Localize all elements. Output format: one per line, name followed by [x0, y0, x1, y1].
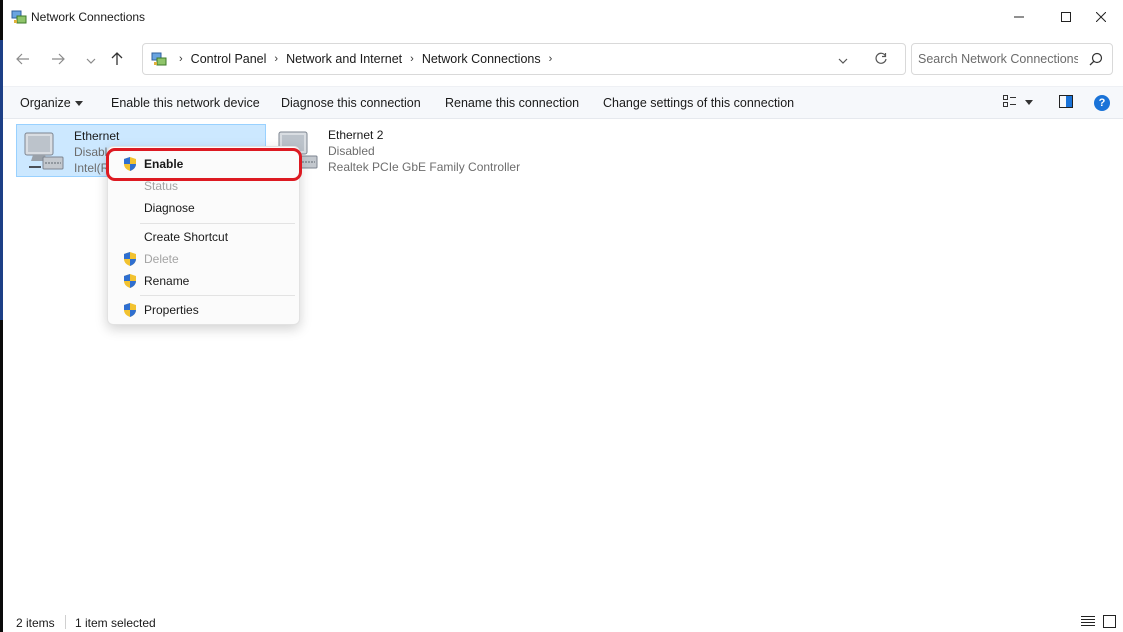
- caret-down-icon: [1025, 100, 1033, 105]
- menu-item-diagnose[interactable]: Diagnose: [112, 197, 295, 219]
- connection-device: Realtek PCIe GbE Family Controller: [328, 160, 521, 174]
- breadcrumb-control-panel[interactable]: Control Panel: [191, 52, 267, 66]
- menu-item-label: Diagnose: [144, 201, 195, 215]
- connection-status: Disabled: [74, 145, 109, 159]
- organize-label: Organize: [20, 96, 71, 110]
- menu-item-label: Delete: [144, 252, 179, 266]
- status-bar: 2 items 1 item selected: [3, 612, 1123, 632]
- breadcrumb-network-connections[interactable]: Network Connections: [422, 52, 541, 66]
- rename-connection-button[interactable]: Rename this connection: [445, 96, 579, 110]
- enable-device-button[interactable]: Enable this network device: [111, 96, 260, 110]
- menu-divider: [140, 295, 295, 296]
- minimize-icon: [1014, 12, 1024, 22]
- close-icon: [1096, 12, 1106, 22]
- diagnose-connection-button[interactable]: Diagnose this connection: [281, 96, 421, 110]
- search-input[interactable]: [918, 50, 1078, 68]
- connection-device: Intel(R): [74, 161, 109, 175]
- search-box[interactable]: [911, 43, 1113, 75]
- menu-item-label: Rename: [144, 274, 190, 288]
- forward-arrow-icon: [51, 53, 65, 68]
- preview-pane-icon: [1059, 95, 1073, 111]
- large-icons-view-icon[interactable]: [1103, 615, 1116, 631]
- menu-item-label: Create Shortcut: [144, 230, 229, 244]
- control-panel-icon: [151, 51, 167, 67]
- menu-item-create-shortcut[interactable]: Create Shortcut: [112, 226, 295, 248]
- up-arrow-icon: [111, 51, 123, 69]
- window-title: Network Connections: [31, 10, 146, 24]
- menu-item-label: Status: [144, 179, 179, 193]
- connection-status: Disabled: [328, 144, 375, 158]
- maximize-icon: [1061, 12, 1071, 22]
- up-button[interactable]: [107, 50, 127, 70]
- change-view-button[interactable]: [1003, 95, 1033, 110]
- chevron-down-icon: [86, 53, 96, 67]
- uac-shield-icon: [122, 156, 138, 172]
- address-bar[interactable]: › Control Panel › Network and Internet ›…: [142, 43, 906, 75]
- menu-item-enable[interactable]: Enable: [112, 153, 295, 175]
- back-button[interactable]: [13, 50, 33, 70]
- address-dropdown-icon[interactable]: [838, 53, 848, 67]
- menu-item-label: Properties: [144, 303, 199, 317]
- menu-item-delete: Delete: [112, 248, 295, 270]
- uac-shield-icon: [122, 273, 138, 289]
- uac-shield-icon: [122, 302, 138, 318]
- close-button[interactable]: [1078, 0, 1123, 34]
- breadcrumb-separator-icon[interactable]: ›: [549, 53, 553, 65]
- network-connections-icon: [11, 9, 27, 25]
- network-adapter-icon: [21, 129, 67, 175]
- selection-count: 1 item selected: [75, 616, 156, 630]
- breadcrumb-separator-icon: ›: [179, 53, 183, 65]
- connection-name: Ethernet 2: [328, 128, 384, 142]
- view-options-icon: [1003, 95, 1017, 110]
- menu-item-label: Enable: [144, 157, 184, 171]
- breadcrumb: › Control Panel › Network and Internet ›…: [171, 52, 560, 66]
- help-button[interactable]: ?: [1094, 95, 1110, 111]
- status-divider: [65, 615, 66, 629]
- search-icon[interactable]: [1089, 52, 1103, 69]
- connection-item-ethernet-2[interactable]: Ethernet 2 Disabled Realtek PCIe GbE Fam…: [271, 124, 521, 177]
- change-settings-button[interactable]: Change settings of this connection: [603, 96, 794, 110]
- address-row: › Control Panel › Network and Internet ›…: [3, 38, 1123, 80]
- context-menu: Enable Status Diagnose Create Shortcut D…: [107, 146, 300, 325]
- preview-pane-button[interactable]: [1059, 95, 1073, 111]
- menu-item-status: Status: [112, 175, 295, 197]
- menu-item-properties[interactable]: Properties: [112, 299, 295, 321]
- breadcrumb-separator-icon[interactable]: ›: [410, 53, 414, 65]
- back-arrow-icon: [16, 53, 30, 68]
- item-count: 2 items: [16, 616, 55, 630]
- organize-button[interactable]: Organize: [20, 96, 83, 110]
- breadcrumb-network-and-internet[interactable]: Network and Internet: [286, 52, 402, 66]
- minimize-button[interactable]: [996, 0, 1042, 34]
- uac-shield-icon: [122, 251, 138, 267]
- details-view-icon[interactable]: [1081, 615, 1095, 630]
- menu-divider: [140, 223, 295, 224]
- refresh-icon[interactable]: [874, 52, 888, 69]
- menu-item-rename[interactable]: Rename: [112, 270, 295, 292]
- title-bar: Network Connections: [3, 0, 1123, 34]
- forward-button[interactable]: [48, 50, 68, 70]
- breadcrumb-separator-icon[interactable]: ›: [274, 53, 278, 65]
- command-bar: Organize Enable this network device Diag…: [3, 86, 1123, 119]
- caret-down-icon: [74, 101, 83, 107]
- connection-name: Ethernet: [74, 129, 120, 143]
- recent-locations-button[interactable]: [81, 50, 101, 70]
